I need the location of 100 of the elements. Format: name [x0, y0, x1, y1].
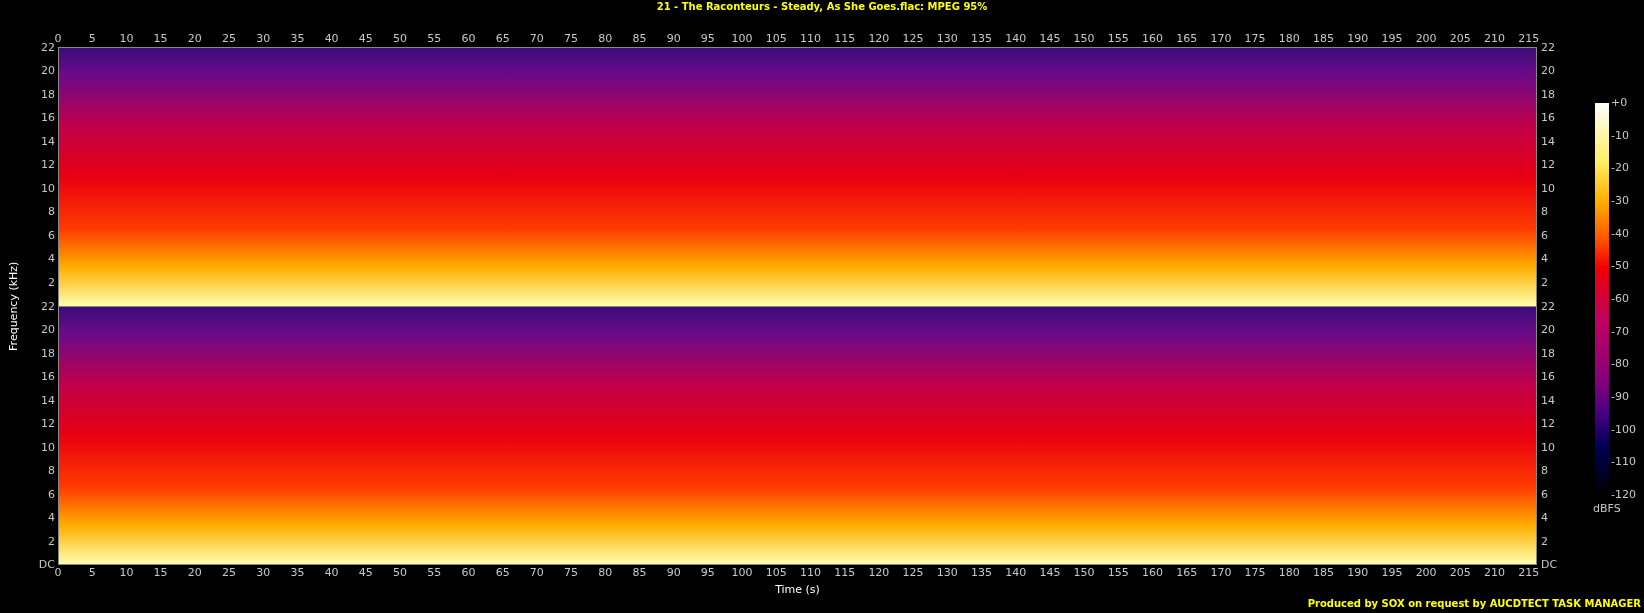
tick-label: 160: [1142, 32, 1163, 45]
tick-label: 110: [799, 566, 821, 579]
tick-label: 2: [48, 534, 55, 548]
tick-label: 65: [495, 32, 510, 45]
tick-label: 2: [1541, 275, 1548, 289]
tick-label: 50: [393, 32, 408, 45]
tick-label: 140: [1005, 32, 1027, 45]
tick-label: 10: [119, 566, 134, 579]
tick-label: 16: [41, 111, 55, 125]
tick-label: 25: [222, 566, 236, 579]
tick-label: 22: [41, 40, 55, 54]
tick-label: 12: [1541, 158, 1555, 172]
tick-label: 4: [48, 511, 55, 525]
tick-label: 125: [902, 32, 924, 45]
tick-label: 14: [41, 134, 55, 148]
tick-label: 18: [41, 346, 55, 360]
tick-label: 12: [41, 158, 55, 172]
tick-label: 150: [1073, 566, 1095, 579]
tick-label: 6: [48, 228, 55, 242]
tick-label: 55: [427, 566, 442, 579]
tick-label: -100: [1611, 423, 1636, 436]
tick-label: 35: [290, 566, 305, 579]
tick-label: 10: [1541, 181, 1555, 195]
tick-label: 15: [153, 32, 168, 45]
tick-label: 25: [222, 32, 236, 45]
tick-label: 60: [461, 32, 476, 45]
tick-label: 16: [1541, 370, 1555, 384]
tick-label: 10: [1541, 440, 1555, 454]
tick-label: 115: [834, 566, 856, 579]
tick-label: 150: [1073, 32, 1095, 45]
tick-label: 5: [88, 566, 96, 579]
tick-label: 100: [731, 566, 753, 579]
tick-label: 65: [495, 566, 510, 579]
tick-label: 190: [1347, 32, 1369, 45]
tick-label: 40: [324, 566, 339, 579]
tick-label: 22: [1541, 40, 1555, 54]
tick-label: 10: [119, 32, 134, 45]
tick-label: 15: [153, 566, 168, 579]
tick-label: 70: [529, 566, 544, 579]
tick-label: 95: [700, 32, 715, 45]
tick-label: 55: [427, 32, 442, 45]
unit-label: dBFS: [1593, 501, 1621, 517]
tick-label: 120: [868, 32, 890, 45]
chart-title: 21 - The Raconteurs - Steady, As She Goes.flac: MPEG 95%: [656, 1, 988, 13]
tick-label: 22: [1541, 299, 1555, 313]
tick-label: 195: [1381, 32, 1403, 45]
tick-label: -90: [1611, 390, 1630, 403]
tick-label: 0: [54, 32, 62, 45]
tick-label: 165: [1176, 32, 1198, 45]
tick-label: 75: [564, 32, 579, 45]
tick-label: 8: [1541, 205, 1548, 219]
tick-label: 20: [1541, 64, 1555, 78]
tick-label: 12: [41, 417, 55, 431]
tick-label: 175: [1244, 32, 1266, 45]
tick-label: 0: [54, 566, 62, 579]
tick-label: 35: [290, 32, 305, 45]
tick-label: -30: [1611, 194, 1630, 207]
tick-label: 6: [48, 487, 55, 501]
tick-label: 10: [41, 181, 55, 195]
tick-label: -120: [1611, 488, 1636, 501]
tick-label: 175: [1244, 566, 1266, 579]
axis-label: Time (s): [775, 583, 820, 597]
tick-label: -20: [1611, 162, 1630, 175]
tick-label: 100: [731, 32, 753, 45]
tick-label: 70: [529, 32, 544, 45]
tick-label: 160: [1142, 566, 1163, 579]
tick-label: 45: [358, 566, 373, 579]
tick-label: 8: [48, 464, 55, 478]
tick-label: 80: [598, 566, 613, 579]
tick-label: 215: [1518, 566, 1540, 579]
tick-label: 8: [1541, 464, 1548, 478]
tick-label: 4: [48, 252, 55, 266]
tick-label: 135: [971, 32, 992, 45]
tick-label: 170: [1210, 32, 1232, 45]
tick-label: 105: [765, 566, 787, 579]
tick-label: 80: [598, 32, 613, 45]
tick-label: 200: [1415, 566, 1437, 579]
tick-label: DC: [38, 558, 55, 572]
tick-label: 4: [1541, 252, 1548, 266]
tick-label: 20: [41, 64, 55, 78]
tick-label: 170: [1210, 566, 1232, 579]
tick-label: 20: [187, 566, 202, 579]
tick-label: -60: [1611, 292, 1630, 305]
tick-label: 16: [1541, 111, 1555, 125]
tick-label: 18: [1541, 346, 1555, 360]
tick-label: 14: [41, 393, 55, 407]
tick-label: 165: [1176, 566, 1198, 579]
tick-label: 60: [461, 566, 476, 579]
tick-label: 22: [41, 299, 55, 313]
tick-label: 200: [1415, 32, 1437, 45]
tick-label: 30: [256, 32, 271, 45]
credit-text: Produced by SOX on request by AUCDTECT TASK MANAGER: [1307, 597, 1641, 610]
tick-label: -40: [1611, 227, 1630, 240]
tick-label: 85: [632, 32, 647, 45]
tick-label: +0: [1611, 97, 1629, 109]
tick-label: 75: [564, 566, 579, 579]
tick-label: 50: [393, 566, 408, 579]
tick-label: 6: [1541, 487, 1548, 501]
tick-label: 215: [1518, 32, 1540, 45]
tick-label: 130: [936, 32, 958, 45]
